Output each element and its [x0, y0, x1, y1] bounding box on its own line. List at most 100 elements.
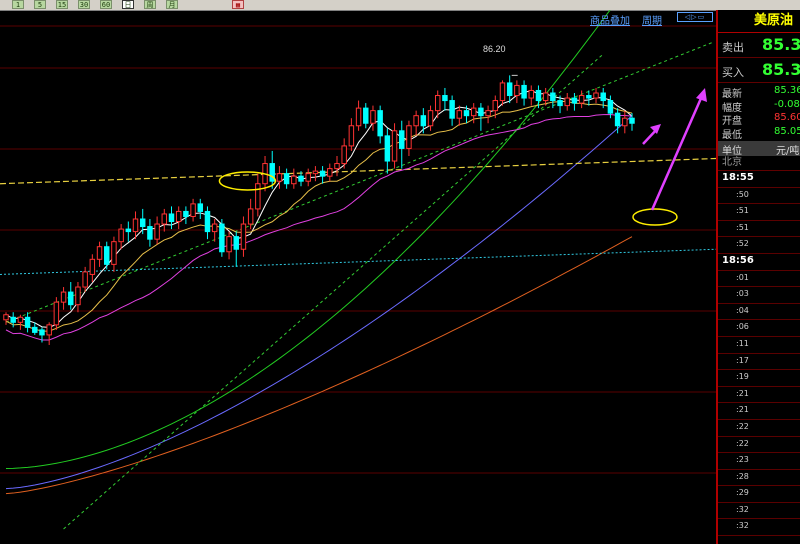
- candle-body: [449, 100, 455, 119]
- candle-body: [542, 92, 549, 102]
- sell-row: 卖出 85.36: [718, 33, 800, 58]
- candle-body: [506, 82, 513, 97]
- ma10-line: [5, 100, 633, 332]
- period-60m-button[interactable]: 60: [100, 0, 112, 9]
- period-link[interactable]: 周期: [642, 12, 662, 27]
- candle-body: [154, 223, 160, 240]
- tick-row: :04: [718, 304, 800, 321]
- candle-body: [427, 110, 434, 127]
- tick-row: :19: [718, 370, 800, 387]
- candle-body: [3, 314, 9, 321]
- period-1m-button[interactable]: 1: [12, 0, 24, 9]
- tick-time: :21: [736, 388, 749, 398]
- candle-body: [499, 82, 506, 102]
- candle-body: [528, 89, 534, 99]
- candle-body: [10, 316, 16, 323]
- tick-row: :11: [718, 337, 800, 354]
- tick-row: 18:56: [718, 254, 800, 271]
- candle-body: [75, 286, 81, 306]
- candle-body: [82, 271, 88, 288]
- candle-body: [24, 316, 31, 328]
- tick-row: :51: [718, 204, 800, 221]
- candle-body: [377, 110, 383, 137]
- candle-body: [161, 213, 168, 225]
- tick-time: :29: [736, 488, 749, 498]
- tick-row: :22: [718, 420, 800, 437]
- candle-body: [485, 110, 491, 117]
- candle-body: [478, 107, 484, 117]
- candle-body: [17, 316, 24, 323]
- buy-row: 买入 85.35: [718, 58, 800, 83]
- period-5m-button[interactable]: 5: [34, 0, 46, 9]
- tick-time: :22: [736, 438, 749, 448]
- candle-body: [255, 183, 261, 210]
- tick-time: :32: [736, 504, 749, 514]
- sell-value: 85.36: [762, 35, 800, 54]
- candle-body: [578, 95, 585, 104]
- tick-row: :01: [718, 271, 800, 288]
- candle-body: [125, 228, 132, 233]
- period-month-button[interactable]: 月: [166, 0, 178, 9]
- period-30m-button[interactable]: 30: [78, 0, 90, 9]
- quote-stats: 最新85.36幅度-0.08%开盘85.60 最低 85.05: [718, 83, 800, 141]
- candle-body: [247, 208, 254, 225]
- tick-time: :03: [736, 289, 749, 299]
- candle-body: [327, 168, 333, 177]
- tick-time: :11: [736, 338, 749, 348]
- ma20-line: [5, 114, 633, 341]
- candle-body: [291, 175, 297, 185]
- tick-row: :23: [718, 453, 800, 470]
- tick-time: :17: [736, 355, 749, 365]
- tick-list[interactable]: 18:55:50:51:51:52 18:56:01:03:04:06:11:17…: [718, 171, 800, 537]
- candle-body: [183, 210, 189, 217]
- candle-body: [370, 110, 376, 124]
- candle-body: [168, 213, 175, 223]
- candle-body: [197, 203, 204, 212]
- candle-body: [586, 95, 592, 99]
- stat-row: 幅度-0.08%: [718, 99, 800, 114]
- candle-body: [463, 110, 470, 117]
- candle-body: [434, 95, 441, 112]
- candle-body: [557, 100, 563, 107]
- tick-time: :06: [736, 322, 749, 332]
- buy-value: 85.35: [762, 60, 800, 79]
- candle-body: [240, 223, 247, 250]
- period-week-button[interactable]: 周: [144, 0, 156, 9]
- overlay-link[interactable]: 商品叠加: [590, 12, 630, 27]
- tick-time: :21: [736, 405, 749, 415]
- candle-body: [593, 92, 599, 99]
- tick-row: :17: [718, 354, 800, 371]
- calculator-icon[interactable]: ▦: [232, 0, 244, 9]
- chart-nav-icon[interactable]: ◁▷▭: [677, 12, 713, 22]
- highlight-ellipse-right: [632, 208, 678, 226]
- tick-time: 18:55: [722, 172, 754, 183]
- candle-body: [514, 84, 520, 97]
- tick-row: :32: [718, 503, 800, 520]
- support-line: [0, 157, 716, 185]
- period-day-button[interactable]: 日: [122, 0, 134, 9]
- buy-label: 买入: [722, 66, 744, 79]
- tick-time: :32: [736, 521, 749, 531]
- candle-body: [60, 291, 67, 303]
- quote-panel: 美原油 卖出 85.36 买入 85.35 最新85.36幅度-0.08%开盘8…: [716, 10, 800, 544]
- candle-body: [118, 228, 124, 243]
- candle-body: [348, 125, 355, 147]
- candle-body: [204, 210, 211, 233]
- candle-body: [600, 92, 606, 102]
- tick-row: :21: [718, 387, 800, 404]
- arrow-long-icon: [650, 95, 704, 211]
- candle-body: [175, 210, 182, 223]
- candle-body: [147, 226, 153, 240]
- candle-body: [283, 173, 290, 185]
- unit-value: 元/吨: [776, 146, 800, 157]
- stat-value: 85.36: [774, 85, 800, 96]
- tick-time: :52: [736, 239, 749, 249]
- candle-body: [363, 107, 369, 124]
- candle-body: [233, 236, 239, 250]
- stat-value: 85.05: [774, 125, 800, 137]
- candle-body: [305, 173, 311, 182]
- ma5-line: [5, 89, 633, 328]
- tick-time: 18:56: [722, 254, 754, 266]
- tick-row: :51: [718, 221, 800, 238]
- period-15m-button[interactable]: 15: [56, 0, 68, 9]
